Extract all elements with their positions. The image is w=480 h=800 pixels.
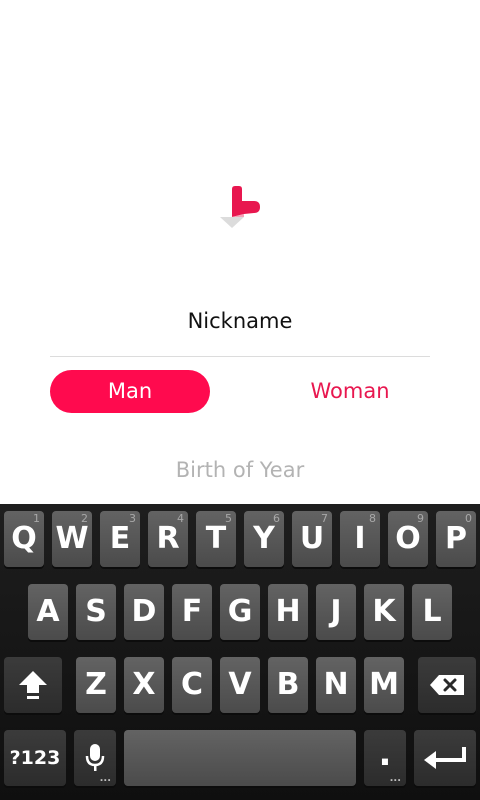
key-s[interactable]: S: [76, 584, 116, 640]
key-k[interactable]: K: [364, 584, 404, 640]
symbols-key[interactable]: ?123: [4, 730, 66, 786]
key-a[interactable]: A: [28, 584, 68, 640]
birth-year-input[interactable]: Birth of Year: [0, 458, 480, 482]
gender-woman-button[interactable]: Woman: [270, 370, 430, 413]
backspace-icon: [430, 675, 464, 695]
heart-logo-icon: [220, 186, 260, 228]
soft-keyboard: Q1 W2 E3 R4 T5 Y6 U7 I8 O9 P0 A S D F G …: [0, 504, 480, 800]
key-p[interactable]: P0: [436, 511, 476, 567]
nickname-input[interactable]: Nickname: [50, 300, 430, 357]
key-y[interactable]: Y6: [244, 511, 284, 567]
key-h[interactable]: H: [268, 584, 308, 640]
key-r[interactable]: R4: [148, 511, 188, 567]
key-d[interactable]: D: [124, 584, 164, 640]
key-c[interactable]: C: [172, 657, 212, 713]
key-m[interactable]: M: [364, 657, 404, 713]
key-z[interactable]: Z: [76, 657, 116, 713]
microphone-key[interactable]: ...: [74, 730, 116, 786]
key-j[interactable]: J: [316, 584, 356, 640]
backspace-key[interactable]: [418, 657, 476, 713]
key-t[interactable]: T5: [196, 511, 236, 567]
key-f[interactable]: F: [172, 584, 212, 640]
key-l[interactable]: L: [412, 584, 452, 640]
key-w[interactable]: W2: [52, 511, 92, 567]
key-e[interactable]: E3: [100, 511, 140, 567]
shift-icon: [19, 671, 47, 699]
key-n[interactable]: N: [316, 657, 356, 713]
enter-key[interactable]: [414, 730, 476, 786]
key-v[interactable]: V: [220, 657, 260, 713]
shift-key[interactable]: [4, 657, 62, 713]
key-g[interactable]: G: [220, 584, 260, 640]
microphone-icon: [85, 744, 105, 771]
key-x[interactable]: X: [124, 657, 164, 713]
key-i[interactable]: I8: [340, 511, 380, 567]
key-o[interactable]: O9: [388, 511, 428, 567]
key-q[interactable]: Q1: [4, 511, 44, 567]
key-u[interactable]: U7: [292, 511, 332, 567]
signup-screen: Nickname Man Woman Birth of Year: [0, 0, 480, 504]
space-key[interactable]: [124, 730, 356, 786]
enter-icon: [424, 747, 466, 769]
gender-man-button[interactable]: Man: [50, 370, 210, 413]
key-b[interactable]: B: [268, 657, 308, 713]
period-key[interactable]: . ...: [364, 730, 406, 786]
